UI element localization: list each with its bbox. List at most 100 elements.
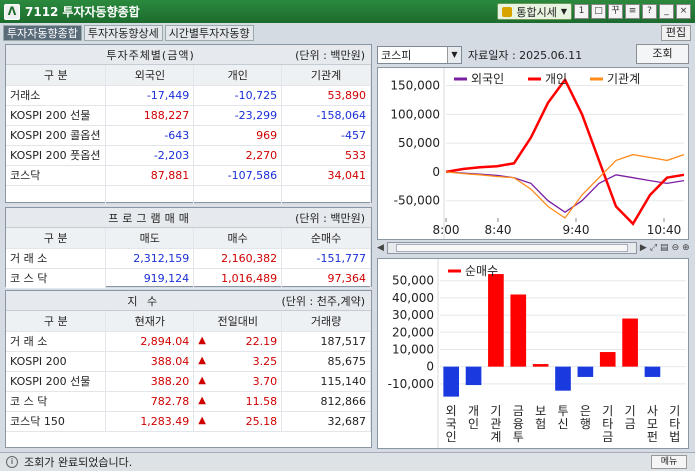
x-category-label: 국	[446, 417, 457, 431]
x-category-label: 펀	[647, 430, 658, 444]
help-button[interactable]: ?	[642, 4, 657, 19]
row-label: 거 래 소	[6, 248, 107, 269]
price-value: 782.78	[105, 391, 195, 412]
individual-value: 969	[193, 125, 283, 146]
chart-scrollbar[interactable]	[386, 242, 637, 254]
bar	[555, 366, 571, 391]
index-panel: 지 수 (단위 : 천주,계약) 구 분 현재가 전일대비 거래량 거 래 소 2,…	[5, 290, 372, 448]
up-triangle-icon: ▲	[198, 374, 206, 386]
edit-button[interactable]: 편집	[661, 25, 691, 41]
x-category-label: 인	[468, 417, 479, 431]
number-one-button[interactable]: 1	[574, 4, 589, 19]
line-chart: 150,000 100,000 50,000 0 -50,000 8:00 8:40 9:40…	[390, 68, 685, 239]
x-category-label: 금	[602, 430, 613, 444]
table-row[interactable]: 코스닥 87,881 -107,586 34,041	[6, 165, 371, 186]
scroll-left-icon[interactable]: ◀	[377, 242, 384, 254]
x-category-label: 융	[513, 417, 524, 431]
foreign-value: -17,449	[105, 85, 195, 106]
empty-row	[6, 185, 371, 206]
table-row[interactable]: 거 래 소 2,312,159 2,160,382 -151,777	[6, 248, 371, 269]
close-button[interactable]: ×	[676, 4, 691, 19]
up-triangle-icon: ▲	[198, 414, 206, 426]
table-row[interactable]: KOSPI 200 선물 188,227 -23,299 -158,064	[6, 105, 371, 126]
zoom-in-icon[interactable]: ⊕	[682, 242, 690, 254]
x-category-label: 타	[602, 417, 613, 431]
x-category-label: 기	[625, 404, 636, 418]
tab-investor-detail[interactable]: 투자자동향상세	[83, 25, 163, 41]
sell-value: 919,124	[105, 268, 195, 289]
tab-bar: 투자자동향종합 투자자동향상세 시간별투자자동향	[3, 25, 256, 41]
search-button[interactable]: 조회	[636, 44, 689, 64]
pin-button[interactable]: 꾸	[608, 4, 623, 19]
tab-investor-summary[interactable]: 투자자동향종합	[3, 25, 82, 41]
y-tick-label: 30,000	[392, 308, 434, 322]
table-header-row: 구 분 매도 매수 순매수	[6, 228, 371, 249]
table-row[interactable]: 거 래 소 2,894.04 ▲ 22.19 187,517	[6, 331, 371, 352]
x-category-label: 모	[647, 417, 658, 431]
query-controls: 코스피 ▼ 자료일자 : 2025.06.11 조회	[377, 44, 689, 66]
x-category-label: 험	[535, 417, 546, 431]
index-caption-bar: 지 수 (단위 : 천주,계약)	[6, 291, 371, 311]
row-label: 코스닥 150	[6, 411, 107, 432]
y-tick-label: 20,000	[392, 325, 434, 339]
volume-value: 812,866	[281, 391, 371, 412]
price-value: 388.20	[105, 371, 195, 392]
up-triangle-icon: ▲	[198, 334, 206, 346]
bar	[532, 364, 549, 367]
series-line	[445, 171, 685, 213]
x-category-label: 사	[647, 404, 658, 418]
table-row[interactable]: KOSPI 200 풋옵션 -2,203 2,270 533	[6, 145, 371, 166]
market-select[interactable]: 코스피 ▼	[377, 46, 462, 64]
bar	[510, 294, 527, 367]
up-triangle-icon: ▲	[198, 394, 206, 406]
resize-icon[interactable]: ⤢	[650, 242, 657, 254]
market-select-value: 코스피	[381, 49, 412, 62]
y-tick-label: 50,000	[398, 136, 440, 150]
foreign-value: 188,227	[105, 105, 195, 126]
zoom-out-icon[interactable]: ⊖	[672, 242, 680, 254]
tab-hourly-investor[interactable]: 시간별투자자동향	[164, 25, 254, 41]
row-label: KOSPI 200 풋옵션	[6, 145, 107, 166]
foreign-value: -2,203	[105, 145, 195, 166]
y-tick-label: 150,000	[390, 79, 440, 93]
print-icon[interactable]: ▤	[660, 242, 669, 254]
row-label: KOSPI 200 선물	[6, 371, 107, 392]
window-copy-button[interactable]: □	[591, 4, 606, 19]
menu-button[interactable]: 메뉴	[651, 455, 687, 469]
x-category-label: 신	[557, 417, 568, 431]
volume-value: 115,140	[281, 371, 371, 392]
table-row[interactable]: 코스닥 150 1,283.49 ▲ 25.18 32,687	[6, 411, 371, 432]
settings-menu-button[interactable]: ≡	[625, 4, 640, 19]
col-header-net-buy: 순매수	[281, 228, 371, 249]
legend-label: 외국인	[471, 72, 504, 86]
lock-icon	[502, 6, 513, 17]
table-row[interactable]: KOSPI 200 388.04 ▲ 3.25 85,675	[6, 351, 371, 372]
integrated-quote-toggle[interactable]: 통합시세 ▼	[497, 3, 572, 20]
y-tick-label: 0	[432, 165, 440, 179]
chevron-down-icon: ▼	[560, 7, 567, 16]
change-value: 25.18	[245, 414, 278, 428]
table-row[interactable]: KOSPI 200 콜옵션 -643 969 -457	[6, 125, 371, 146]
table-row[interactable]: 코 스 닥 782.78 ▲ 11.58 812,866	[6, 391, 371, 412]
chevron-down-icon[interactable]: ▼	[447, 47, 461, 63]
bar-chart: 50,000 40,000 30,000 20,000 10,000 0 -10,000 외…	[388, 259, 686, 448]
table-row[interactable]: 코 스 닥 919,124 1,016,489 97,364	[6, 268, 371, 289]
col-header-foreign: 외국인	[105, 65, 195, 86]
scroll-right-icon[interactable]: ▶	[640, 242, 647, 254]
x-category-label: 외	[446, 404, 457, 418]
bar	[577, 366, 594, 377]
table-row[interactable]: 거래소 -17,449 -10,725 53,890	[6, 85, 371, 106]
table-row[interactable]: KOSPI 200 선물 388.20 ▲ 3.70 115,140	[6, 371, 371, 392]
price-value: 388.04	[105, 351, 195, 372]
investor-panel: 투자주체별(금액) (단위 : 백만원) 구 분 외국인 개인 기관계 거래소 -1…	[5, 44, 372, 206]
data-date: 자료일자 : 2025.06.11	[468, 49, 583, 62]
program-trading-panel: 프로그램매매 (단위 : 백만원) 구 분 매도 매수 순매수 거 래 소 2,31…	[5, 207, 372, 289]
col-header-sell: 매도	[105, 228, 195, 249]
legend-label: 기관계	[607, 72, 640, 86]
scroll-thumb[interactable]	[395, 244, 628, 252]
volume-value: 187,517	[281, 331, 371, 352]
title-bar: ᐱ 7112 투자자동향종합 통합시세 ▼ 1 □ 꾸 ≡ ? _ ×	[0, 0, 695, 23]
row-label: 거래소	[6, 85, 107, 106]
minimize-button[interactable]: _	[659, 4, 674, 19]
row-label: KOSPI 200 콜옵션	[6, 125, 107, 146]
